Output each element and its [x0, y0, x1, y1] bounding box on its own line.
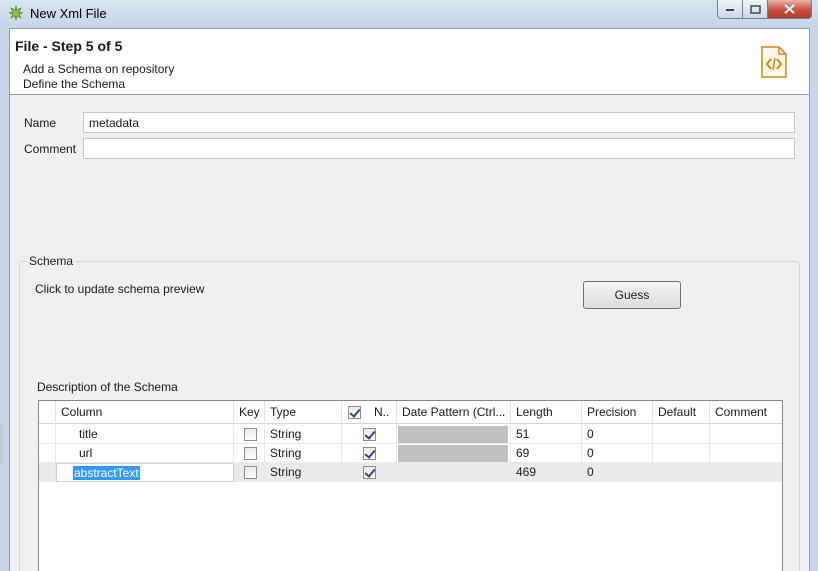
- table-header: Column Key Type N.. Date Pattern (Ctrl..…: [39, 401, 782, 424]
- comment-label: Comment: [24, 142, 77, 156]
- close-button[interactable]: [768, 0, 812, 19]
- column-header-comment[interactable]: Comment: [710, 401, 782, 424]
- cell-default[interactable]: [653, 425, 710, 444]
- row-header[interactable]: [39, 463, 56, 482]
- schema-table: Column Key Type N.. Date Pattern (Ctrl..…: [38, 400, 783, 571]
- maximize-button[interactable]: [743, 0, 768, 19]
- table-row[interactable]: title String 51 0: [39, 425, 782, 444]
- maximize-icon: [749, 4, 761, 14]
- cell-default[interactable]: [653, 463, 710, 482]
- cell-date-pattern[interactable]: [397, 463, 511, 482]
- row-header[interactable]: [39, 425, 56, 444]
- wizard-header: File - Step 5 of 5 Add a Schema on repos…: [10, 29, 809, 95]
- cell-date-pattern[interactable]: [397, 425, 511, 444]
- column-header-date-pattern[interactable]: Date Pattern (Ctrl...: [397, 401, 511, 424]
- minimize-button[interactable]: [717, 0, 743, 19]
- column-header-type[interactable]: Type: [265, 401, 342, 424]
- table-row[interactable]: url String 69 0: [39, 444, 782, 463]
- minimize-icon: [726, 9, 734, 11]
- close-icon: [784, 4, 795, 14]
- name-label: Name: [24, 116, 57, 130]
- cell-length[interactable]: 69: [511, 444, 582, 463]
- column-header-precision[interactable]: Precision: [582, 401, 653, 424]
- cell-nullable[interactable]: [342, 463, 397, 482]
- column-header-default[interactable]: Default: [653, 401, 710, 424]
- cell-key[interactable]: [234, 425, 265, 444]
- key-checkbox[interactable]: [244, 466, 257, 479]
- column-header-key[interactable]: Key: [234, 401, 265, 424]
- nullable-checkbox[interactable]: [363, 447, 376, 460]
- schema-description-label: Description of the Schema: [37, 380, 178, 394]
- comment-field[interactable]: [83, 138, 795, 159]
- xml-file-icon: [761, 46, 787, 78]
- cell-column[interactable]: url: [56, 444, 234, 463]
- cell-type[interactable]: String: [265, 463, 342, 482]
- window-title: New Xml File: [30, 6, 107, 21]
- schema-group-title: Schema: [27, 254, 76, 268]
- step-description-line2: Define the Schema: [23, 77, 126, 91]
- guess-button[interactable]: Guess: [583, 281, 681, 309]
- column-header-length[interactable]: Length: [511, 401, 582, 424]
- cell-comment[interactable]: [710, 463, 782, 482]
- cell-date-pattern[interactable]: [397, 444, 511, 463]
- cell-precision[interactable]: 0: [582, 463, 653, 482]
- cell-length[interactable]: 469: [511, 463, 582, 482]
- cell-length[interactable]: 51: [511, 425, 582, 444]
- nullable-checkbox[interactable]: [363, 466, 376, 479]
- name-field[interactable]: metadata: [83, 112, 795, 133]
- date-pattern-disabled: [398, 445, 508, 462]
- nullable-header-label: N..: [374, 405, 390, 419]
- row-header[interactable]: [39, 444, 56, 463]
- cell-key[interactable]: [234, 463, 265, 482]
- table-row-selected[interactable]: abstractText String 469 0: [39, 463, 782, 482]
- cell-comment[interactable]: [710, 425, 782, 444]
- cell-precision[interactable]: 0: [582, 425, 653, 444]
- dialog-window: File - Step 5 of 5 Add a Schema on repos…: [9, 28, 810, 571]
- nullable-checkbox[interactable]: [363, 428, 376, 441]
- column-header-nullable[interactable]: N..: [342, 401, 397, 424]
- step-description-line1: Add a Schema on repository: [23, 62, 175, 76]
- cell-column-selected-text[interactable]: abstractText: [73, 466, 140, 480]
- cell-comment[interactable]: [710, 444, 782, 463]
- cell-column-editor[interactable]: abstractText: [56, 463, 234, 482]
- column-header-column[interactable]: Column: [56, 401, 234, 424]
- talend-app-icon: [8, 5, 24, 21]
- step-title: File - Step 5 of 5: [15, 38, 123, 54]
- cell-precision[interactable]: 0: [582, 444, 653, 463]
- cell-type[interactable]: String: [265, 425, 342, 444]
- cell-nullable[interactable]: [342, 425, 397, 444]
- key-checkbox[interactable]: [244, 428, 257, 441]
- schema-preview-hint: Click to update schema preview: [35, 282, 205, 296]
- cell-default[interactable]: [653, 444, 710, 463]
- row-header-column: [39, 401, 56, 424]
- nullable-select-all-checkbox[interactable]: [348, 406, 361, 419]
- title-bar: New Xml File: [0, 0, 818, 28]
- cell-column[interactable]: title: [56, 425, 234, 444]
- cell-nullable[interactable]: [342, 444, 397, 463]
- key-checkbox[interactable]: [244, 447, 257, 460]
- cell-key[interactable]: [234, 444, 265, 463]
- cell-type[interactable]: String: [265, 444, 342, 463]
- date-pattern-disabled: [398, 426, 508, 443]
- window-left-edge: [0, 424, 3, 464]
